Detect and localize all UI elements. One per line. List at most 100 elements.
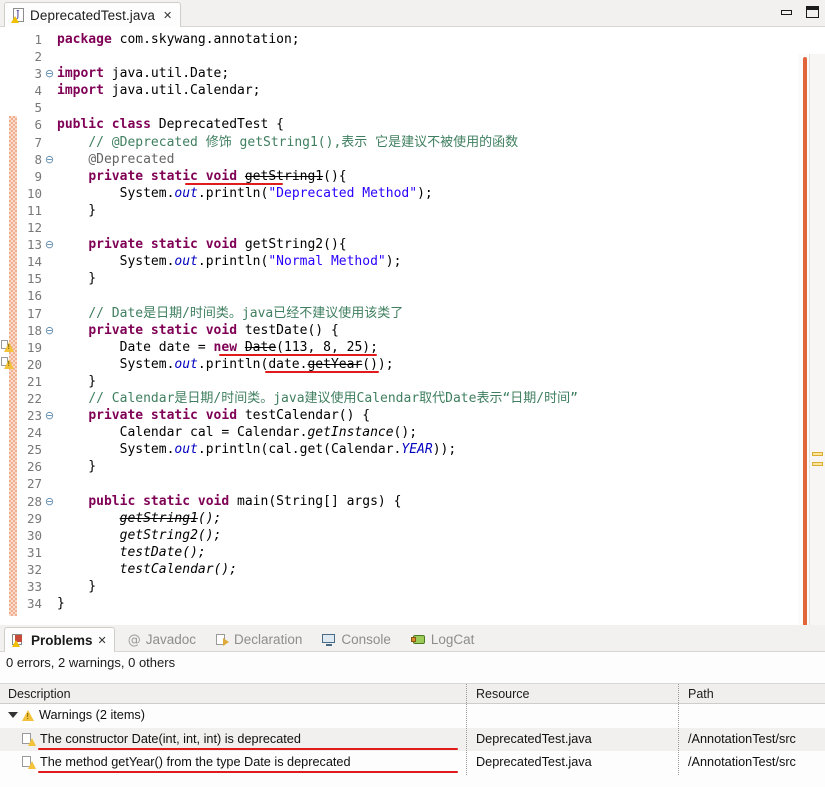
code-line[interactable]: 30 getString2(); (0, 527, 825, 544)
code-line[interactable]: 1 package com.skywang.annotation; (0, 31, 825, 48)
code-text: System.out.println("Deprecated Method"); (57, 185, 433, 201)
code-line[interactable]: 10 System.out.println("Deprecated Method… (0, 185, 825, 202)
editor-part: J DeprecatedTest.java ✕ 1 package com.sky… (0, 0, 825, 645)
line-number: 1 (34, 32, 42, 47)
fold-toggle-icon[interactable]: ⊖ (44, 65, 55, 82)
column-header-path[interactable]: Path (680, 684, 714, 705)
console-icon (322, 632, 336, 647)
code-line[interactable]: 8 ⊖ @Deprecated (0, 151, 825, 168)
code-line[interactable]: 3 ⊖ import java.util.Date; (0, 65, 825, 82)
group-label: Warnings (2 items) (39, 708, 145, 722)
code-line[interactable]: 15 } (0, 270, 825, 287)
code-line[interactable]: 25 System.out.println(cal.get(Calendar.Y… (0, 441, 825, 458)
code-line[interactable]: 23 ⊖ private static void testCalendar() { (0, 407, 825, 424)
logcat-icon (410, 632, 426, 647)
code-line[interactable]: 27 (0, 475, 825, 492)
code-line[interactable]: 24 Calendar cal = Calendar.getInstance()… (0, 424, 825, 441)
problems-table-header: Description Resource Path (0, 683, 825, 705)
code-line[interactable]: 5 (0, 99, 825, 116)
line-number: 4 (34, 83, 42, 99)
tab-label: Javadoc (145, 632, 197, 647)
code-line[interactable]: 21 } (0, 373, 825, 390)
column-header-description[interactable]: Description (0, 684, 71, 705)
line-number: 31 (26, 544, 42, 560)
tab-label: Console (341, 632, 391, 647)
description-text: The constructor Date(int, int, int) is d… (40, 731, 301, 746)
warning-icon (22, 709, 35, 722)
line-number: 11 (26, 202, 42, 218)
tab-logcat[interactable]: LogCat (404, 627, 482, 652)
problems-group-row[interactable]: Warnings (2 items) (0, 704, 825, 728)
code-line[interactable]: 9 private static void getString1(){ (0, 168, 825, 185)
code-text: } (57, 596, 65, 612)
tab-label: Declaration (234, 632, 303, 647)
overview-ruler-warning-marker[interactable] (812, 452, 823, 456)
code-text: } (57, 579, 97, 594)
code-line[interactable]: 13 ⊖ private static void getString2(){ (0, 236, 825, 253)
code-line[interactable]: 12 (0, 219, 825, 236)
fold-toggle-icon[interactable]: ⊖ (44, 236, 55, 253)
overview-ruler[interactable] (809, 54, 825, 625)
maximize-icon[interactable] (806, 6, 819, 18)
minimize-icon[interactable] (781, 9, 792, 15)
problems-table[interactable]: Description Resource Path Warnings (2 it… (0, 683, 825, 787)
line-number: 19 (26, 339, 42, 355)
code-line[interactable]: 18 ⊖ private static void testDate() { (0, 322, 825, 339)
tab-console[interactable]: Console (315, 627, 398, 652)
close-icon[interactable]: ✕ (98, 634, 107, 647)
code-text: testDate(); (119, 544, 206, 560)
error-underline (185, 182, 283, 186)
column-header-resource[interactable]: Resource (468, 684, 530, 705)
line-number: 18 (26, 322, 42, 338)
chevron-down-icon[interactable] (8, 711, 18, 718)
problems-table-body[interactable]: Warnings (2 items) The constructor Date(i… (0, 704, 825, 775)
code-line[interactable]: 14 System.out.println("Normal Method"); (0, 253, 825, 270)
tab-problems[interactable]: Problems ✕ (4, 627, 115, 652)
fold-toggle-icon[interactable]: ⊖ (44, 322, 55, 339)
overview-ruler-warning-marker[interactable] (812, 462, 823, 466)
code-line[interactable]: 33 } (0, 578, 825, 595)
code-line[interactable]: 6 public class DeprecatedTest { (0, 116, 825, 133)
code-line[interactable]: 20 System.out.println(date.getYear()); (0, 356, 825, 373)
line-number: 6 (34, 117, 42, 133)
cell-path: /AnnotationTest/src (688, 755, 796, 769)
group-description[interactable]: Warnings (2 items) (0, 704, 466, 728)
code-line[interactable]: 31 testDate(); (0, 544, 825, 561)
code-text: } (57, 271, 97, 287)
code-line[interactable]: 17 // Date是日期/时间类。java已经不建议使用该类了 (0, 305, 825, 322)
column-separator (678, 704, 679, 775)
line-number: 9 (34, 168, 42, 184)
code-line[interactable]: 29 getString1(); (0, 510, 825, 527)
fold-toggle-icon[interactable]: ⊖ (44, 407, 55, 424)
code-line[interactable]: 2 (0, 48, 825, 65)
code-line[interactable]: 34} (0, 595, 825, 612)
editor-scrollbar-thumb[interactable] (803, 57, 807, 645)
code-text: Calendar cal = Calendar.getInstance(); (57, 425, 418, 441)
code-line[interactable]: 28 ⊖ public static void main(String[] arg… (0, 493, 825, 510)
tab-declaration[interactable]: Declaration (209, 627, 309, 652)
code-line[interactable]: 19 Date date = new Date(113, 8, 25); (0, 339, 825, 356)
code-editor[interactable]: 1package com.skywang.annotation;23⊖impor… (0, 27, 825, 645)
code-text: @Deprecated (88, 151, 175, 167)
fold-toggle-icon[interactable]: ⊖ (44, 151, 55, 168)
line-number: 2 (34, 49, 42, 65)
code-text: private static void testCalendar() { (88, 408, 371, 424)
cell-resource: DeprecatedTest.java (476, 731, 592, 746)
code-line[interactable]: 7 // @Deprecated 修饰 getString1(),表示 它是建议… (0, 134, 825, 151)
code-line[interactable]: 26 } (0, 458, 825, 475)
code-line[interactable]: 11 } (0, 202, 825, 219)
line-number: 20 (26, 356, 42, 372)
line-number: 7 (34, 134, 42, 150)
fold-toggle-icon[interactable]: ⊖ (44, 493, 55, 510)
close-icon[interactable]: ✕ (163, 9, 172, 22)
code-line[interactable]: 4 import java.util.Calendar; (0, 82, 825, 99)
code-line[interactable]: 22 // Calendar是日期/时间类。java建议使用Calendar取代… (0, 390, 825, 407)
editor-tab-deprecatedtest[interactable]: J DeprecatedTest.java ✕ (4, 2, 182, 27)
tab-javadoc[interactable]: @ Javadoc (121, 627, 203, 652)
code-line[interactable]: 16 (0, 287, 825, 304)
code-lines[interactable]: 1 package com.skywang.annotation; 2 3 ⊖ impor… (0, 31, 825, 612)
code-line[interactable]: 32 testCalendar(); (0, 561, 825, 578)
line-number: 3 (34, 66, 42, 82)
code-text: private static void testDate() { (88, 322, 339, 338)
editor-window-controls (781, 6, 819, 18)
